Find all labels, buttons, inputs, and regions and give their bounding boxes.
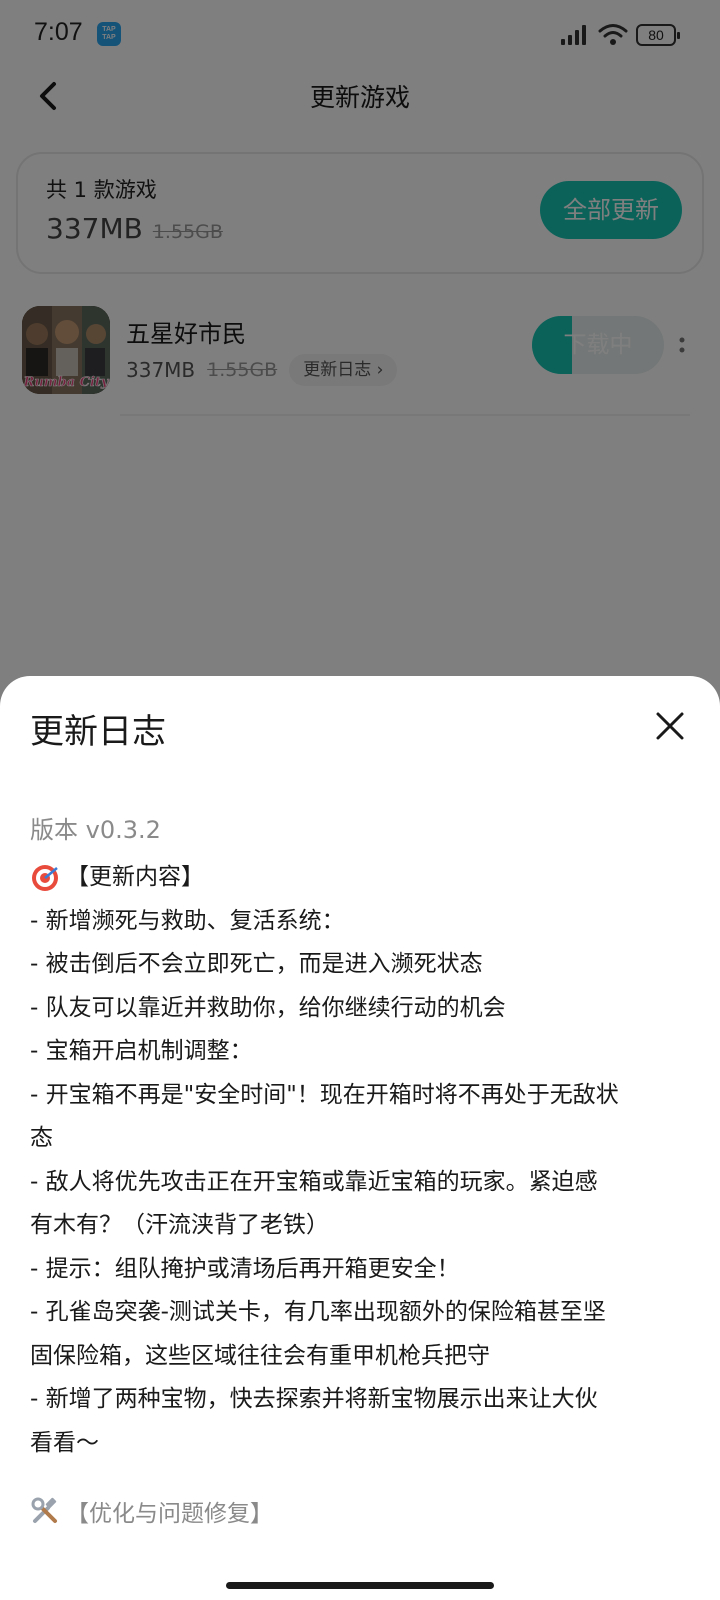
sheet-title: 更新日志 <box>30 712 166 752</box>
changelog-line: 态 <box>30 1125 53 1151</box>
changelog-line: - 宝箱开启机制调整： <box>30 1038 253 1064</box>
update-content-heading-text: 【更新内容】 <box>66 864 204 890</box>
tools-icon <box>31 1497 57 1523</box>
changelog-line: - 被击倒后不会立即死亡，而是进入濒死状态 <box>30 951 483 977</box>
changelog-line: - 新增濒死与救助、复活系统： <box>30 907 345 934</box>
changelog-line: - 孔雀岛突袭-测试关卡，有几率出现额外的保险箱甚至坚 <box>30 1299 606 1325</box>
changelog-line: 有木有？（汗流浃背了老铁） <box>30 1212 329 1238</box>
changelog-notes: 【更新内容】 - 新增濒死与救助、复活系统： - 被击倒后不会立即死亡，而是进入濒… <box>30 856 700 1465</box>
changelog-line: - 队友可以靠近并救助你，给你继续行动的机会 <box>30 994 506 1021</box>
target-icon <box>32 864 58 891</box>
changelog-line: - 新增了两种宝物，快去探索并将新宝物展示出来让大伙 <box>30 1386 598 1412</box>
version-label: 版本 v0.3.2 <box>30 816 161 844</box>
update-games-page: 7:07 TAP TAP 80 更新游戏 共 1 款游戏 337MB 1.55G… <box>0 0 720 1600</box>
fix-heading: 【优化与问题修复】 <box>30 1494 273 1528</box>
changelog-line: - 敌人将优先攻击正在开宝箱或靠近宝箱的玩家。紧迫感 <box>30 1168 598 1195</box>
fix-heading-text: 【优化与问题修复】 <box>66 1501 273 1527</box>
home-indicator[interactable] <box>226 1582 494 1589</box>
changelog-line: - 开宝箱不再是"安全时间"！现在开箱时将不再处于无敌状 <box>30 1081 619 1108</box>
changelog-line: - 提示：组队掩护或清场后再开箱更安全！ <box>30 1255 460 1282</box>
note-lines: - 新增濒死与救助、复活系统： - 被击倒后不会立即死亡，而是进入濒死状态 - 队友… <box>30 900 700 1466</box>
update-content-heading: 【更新内容】 <box>30 856 700 900</box>
changelog-bottom-sheet: 更新日志 版本 v0.3.2 【更新内容】 - 新增濒死与救助、复活系统： - 被… <box>0 676 720 1600</box>
changelog-line: 看看～ <box>30 1429 99 1456</box>
changelog-line: 固保险箱，这些区域往往会有重甲机枪兵把守 <box>30 1342 490 1369</box>
close-icon[interactable] <box>648 704 692 748</box>
